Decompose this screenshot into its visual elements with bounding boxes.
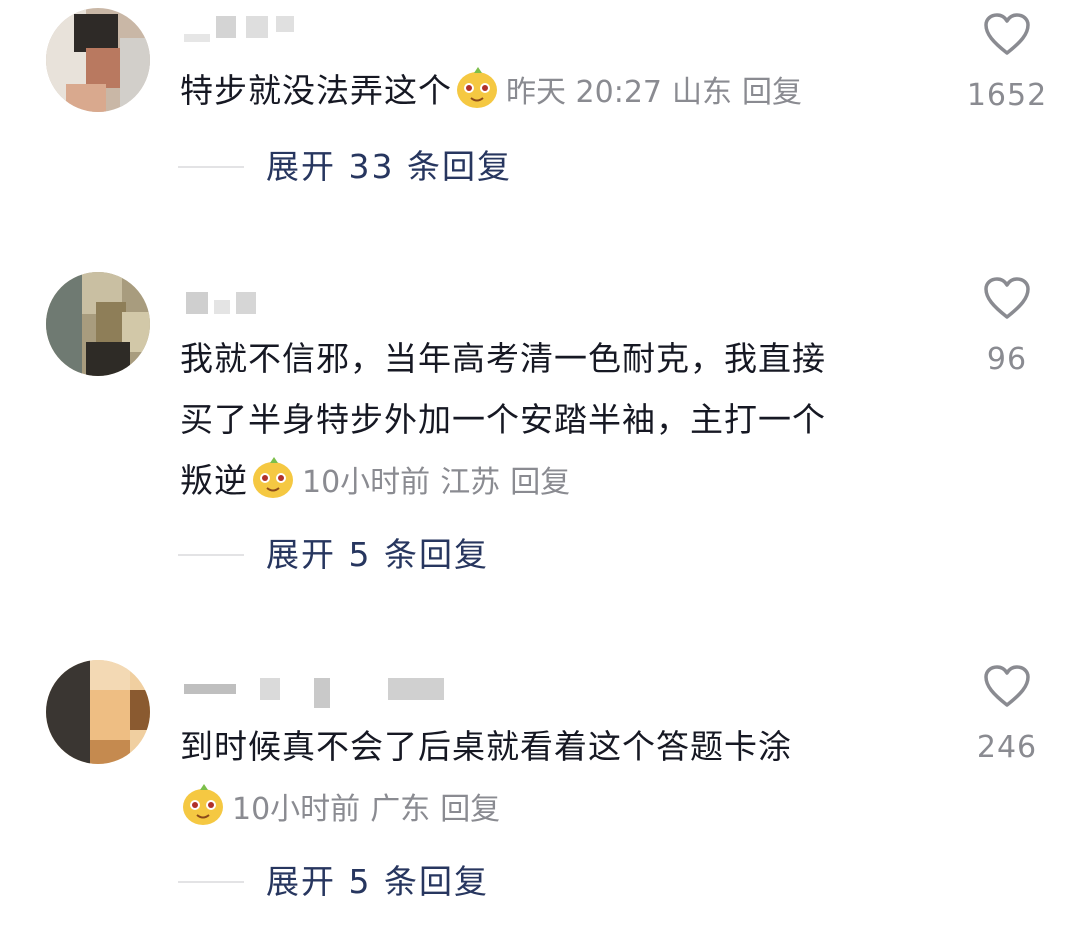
reply-button[interactable]: 回复	[510, 465, 570, 500]
avatar[interactable]	[46, 8, 150, 112]
expand-replies-button[interactable]: 展开 5 条回复	[178, 857, 678, 907]
comment-location: 山东	[672, 75, 732, 110]
expand-replies-label: 展开 5 条回复	[266, 535, 489, 574]
comment-time: 10小时前	[302, 465, 431, 500]
comment-text: 特步就没法弄这个 昨天 20:27 山东 回复	[180, 60, 940, 129]
comment-text-line: 买了半身特步外加一个安踏半袖，主打一个	[180, 400, 826, 439]
divider	[178, 166, 244, 168]
heart-icon	[984, 277, 1030, 319]
smiling-face-emoji-icon	[454, 64, 500, 129]
expand-replies-button[interactable]: 展开 33 条回复	[178, 142, 678, 192]
expand-replies-button[interactable]: 展开 5 条回复	[178, 530, 678, 580]
username-redacted[interactable]	[180, 678, 470, 708]
comment-location: 广东	[370, 792, 431, 827]
like-button[interactable]: 1652	[965, 12, 1049, 113]
smiling-face-emoji-icon	[250, 454, 296, 519]
comment-time: 昨天 20:27	[506, 75, 662, 110]
comment-text-line: 到时候真不会了后桌就看着这个答题卡涂	[180, 727, 792, 766]
username-redacted[interactable]	[180, 292, 270, 318]
comment-text-line: 特步就没法弄这个	[180, 71, 452, 110]
avatar[interactable]	[46, 272, 150, 376]
divider	[178, 554, 244, 556]
comment-location: 江苏	[440, 465, 501, 500]
like-count: 96	[986, 342, 1028, 377]
comment-text-line: 叛逆	[180, 461, 248, 500]
comment-text: 我就不信邪，当年高考清一色耐克，我直接 买了半身特步外加一个安踏半袖，主打一个 …	[180, 328, 940, 519]
smiling-face-emoji-icon	[180, 781, 226, 846]
heart-icon	[984, 665, 1030, 707]
username-redacted[interactable]	[180, 16, 300, 42]
expand-replies-label: 展开 33 条回复	[266, 147, 512, 186]
reply-button[interactable]: 回复	[742, 75, 802, 110]
like-count: 246	[976, 730, 1038, 765]
comment-text: 到时候真不会了后桌就看着这个答题卡涂 10小时前 广东 回复	[180, 716, 940, 846]
like-count: 1652	[966, 78, 1048, 113]
expand-replies-label: 展开 5 条回复	[266, 862, 489, 901]
divider	[178, 881, 244, 883]
like-button[interactable]: 96	[965, 276, 1049, 377]
reply-button[interactable]: 回复	[440, 792, 500, 827]
heart-icon	[984, 13, 1030, 55]
avatar[interactable]	[46, 660, 150, 764]
like-button[interactable]: 246	[965, 664, 1049, 765]
comment-text-line: 我就不信邪，当年高考清一色耐克，我直接	[180, 339, 826, 378]
comment-time: 10小时前	[232, 792, 361, 827]
